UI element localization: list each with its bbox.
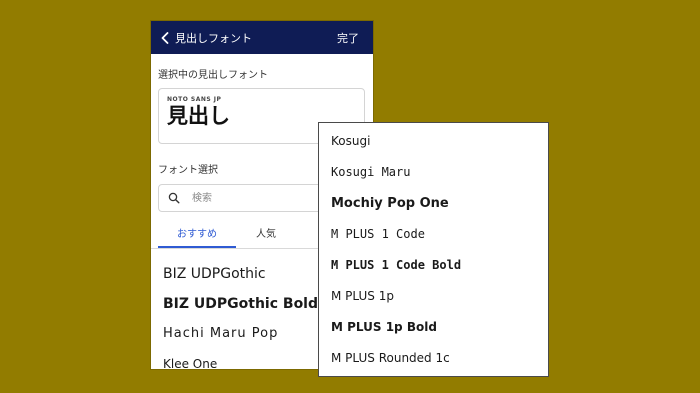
dropdown-item-m-plus-1-code-bold[interactable]: M PLUS 1 Code Bold: [319, 250, 548, 281]
search-input[interactable]: [190, 191, 314, 205]
dropdown-item-m-plus-rounded-1c[interactable]: M PLUS Rounded 1c: [319, 343, 548, 374]
font-dropdown-menu: Kosugi Kosugi Maru Mochiy Pop One M PLUS…: [318, 122, 549, 377]
dropdown-item-m-plus-1p[interactable]: M PLUS 1p: [319, 281, 548, 312]
selected-font-label: 選択中の見出しフォント: [158, 70, 268, 81]
done-button[interactable]: 完了: [337, 30, 359, 46]
back-button[interactable]: 見出しフォント: [159, 30, 252, 46]
tab-recommended[interactable]: おすすめ: [158, 223, 236, 248]
search-icon: [168, 192, 180, 204]
back-label: 見出しフォント: [175, 31, 252, 45]
dropdown-item-m-plus-1-code[interactable]: M PLUS 1 Code: [319, 219, 548, 250]
selected-font-name: NOTO SANS JP: [167, 96, 222, 103]
dropdown-item-mochiy-pop-one[interactable]: Mochiy Pop One: [319, 188, 548, 219]
tab-popular[interactable]: 人気: [236, 223, 296, 248]
header-bar: 見出しフォント 完了: [151, 21, 373, 54]
dropdown-item-kosugi[interactable]: Kosugi: [319, 126, 548, 157]
dropdown-item-kosugi-maru[interactable]: Kosugi Maru: [319, 157, 548, 188]
chevron-left-icon: [159, 31, 171, 45]
dropdown-item-m-plus-1p-bold[interactable]: M PLUS 1p Bold: [319, 312, 548, 343]
